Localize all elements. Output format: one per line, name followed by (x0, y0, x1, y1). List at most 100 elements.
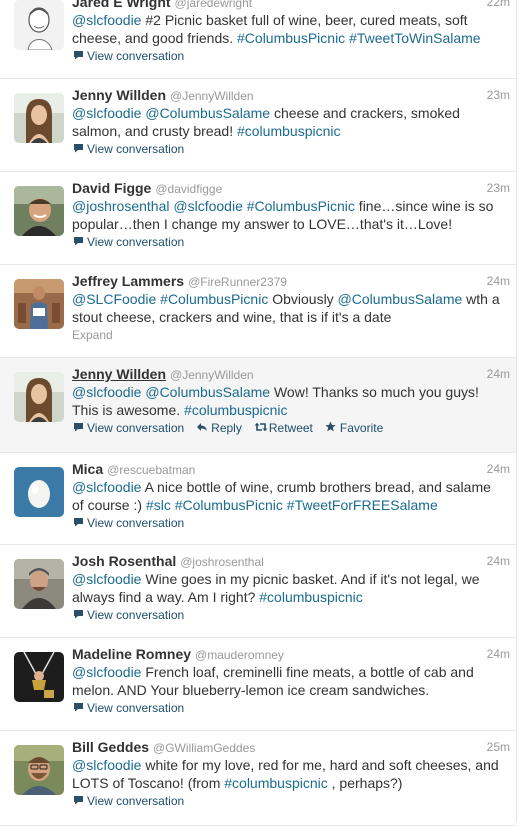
view-conversation-label: View conversation (87, 516, 185, 530)
hashtag-link[interactable]: #ColumbusPicnic (237, 30, 345, 46)
scrollbar[interactable] (517, 0, 524, 822)
view-conversation-link[interactable]: View conversation (72, 699, 184, 717)
speech-bubble-icon (72, 606, 84, 624)
tweet-text: @slcfoodie French loaf, creminelli fine … (72, 663, 516, 699)
author-name[interactable]: David Figge (72, 180, 151, 196)
hashtag-link[interactable]: #columbuspicnic (259, 589, 363, 605)
speech-bubble-icon (72, 140, 84, 158)
timestamp[interactable]: 24m (487, 272, 510, 290)
mention-link[interactable]: @ColumbusSalame (145, 105, 270, 121)
author-name[interactable]: Jeffrey Lammers (72, 273, 184, 289)
author-handle[interactable]: @JennyWillden (170, 89, 254, 103)
hashtag-link[interactable]: #ColumbusPicnic (175, 497, 283, 513)
author-name[interactable]: Jared E Wright (72, 0, 171, 10)
tweet-item[interactable]: Jenny Willden @JennyWillden 23m @slcfoodie … (0, 79, 516, 172)
hashtag-link[interactable]: #TweetForFREESalame (287, 497, 438, 513)
hashtag-link[interactable]: #ColumbusPicnic (247, 198, 355, 214)
author-name[interactable]: Josh Rosenthal (72, 553, 176, 569)
author-handle[interactable]: @jaredewright (175, 0, 253, 10)
view-conversation-link[interactable]: View conversation (72, 792, 184, 810)
tweet-actions: View conversation (72, 140, 516, 158)
favorite-link[interactable]: Favorite (325, 419, 383, 437)
avatar[interactable] (14, 0, 64, 50)
mention-link[interactable]: @slcfoodie (173, 198, 242, 214)
mention-link[interactable]: @joshrosenthal (72, 198, 170, 214)
timestamp[interactable]: 24m (487, 552, 510, 570)
retweet-icon (254, 419, 268, 437)
view-conversation-link[interactable]: View conversation (72, 419, 184, 437)
mention-link[interactable]: @ColumbusSalame (338, 291, 463, 307)
author-handle[interactable]: @joshrosenthal (180, 555, 264, 569)
avatar[interactable] (14, 93, 64, 143)
avatar[interactable] (14, 279, 64, 329)
avatar[interactable] (14, 652, 64, 702)
author-handle[interactable]: @GWilliamGeddes (153, 741, 255, 755)
avatar[interactable] (14, 559, 64, 609)
timestamp[interactable]: 23m (487, 179, 510, 197)
reply-label: Reply (211, 421, 242, 435)
tweet-item[interactable]: Josh Rosenthal @joshrosenthal 24m @slcfoodi… (0, 545, 516, 638)
tweet-header: Jenny Willden @JennyWillden 23m (72, 86, 516, 104)
author-name[interactable]: Bill Geddes (72, 739, 149, 755)
hashtag-link[interactable]: #columbuspicnic (224, 775, 328, 791)
hashtag-link[interactable]: #TweetToWinSalame (349, 30, 481, 46)
tweet-text: @slcfoodie @ColumbusSalame Wow! Thanks s… (72, 383, 516, 419)
tweet-header: Madeline Romney @mauderomney 24m (72, 645, 516, 663)
view-conversation-label: View conversation (87, 235, 185, 249)
author-name[interactable]: Madeline Romney (72, 646, 191, 662)
author-name[interactable]: Jenny Willden (72, 366, 166, 382)
mention-link[interactable]: @slcfoodie (72, 105, 141, 121)
author-handle[interactable]: @mauderomney (195, 648, 284, 662)
tweet-item[interactable]: Jeffrey Lammers @FireRunner2379 24m @SLCFoo… (0, 265, 516, 358)
author-handle[interactable]: @davidfigge (155, 182, 222, 196)
author-handle[interactable]: @rescuebatman (107, 463, 195, 477)
hashtag-link[interactable]: #columbuspicnic (184, 402, 288, 418)
view-conversation-link[interactable]: View conversation (72, 606, 184, 624)
timestamp[interactable]: 23m (487, 86, 510, 104)
mention-link[interactable]: @slcfoodie (72, 571, 141, 587)
mention-link[interactable]: @slcfoodie (72, 384, 141, 400)
tweet-item[interactable]: Jared E Wright @jaredewright 22m @slcfoodie… (0, 0, 516, 79)
author-name[interactable]: Mica (72, 461, 103, 477)
author-handle[interactable]: @FireRunner2379 (188, 275, 287, 289)
mention-link[interactable]: @slcfoodie (72, 479, 141, 495)
timestamp[interactable]: 22m (487, 0, 510, 11)
timestamp[interactable]: 25m (487, 738, 510, 756)
tweet-text: @slcfoodie @ColumbusSalame cheese and cr… (72, 104, 516, 140)
tweet-item[interactable]: Madeline Romney @mauderomney 24m @slcfoodie… (0, 638, 516, 731)
author-name[interactable]: Jenny Willden (72, 87, 166, 103)
avatar[interactable] (14, 372, 64, 422)
hashtag-link[interactable]: #ColumbusPicnic (160, 291, 268, 307)
tweet-item[interactable]: Bill Geddes @GWilliamGeddes 25m @slcfoodie … (0, 731, 516, 826)
tweet-item[interactable]: David Figge @davidfigge 23m @joshrosenthal … (0, 172, 516, 265)
mention-link[interactable]: @slcfoodie (72, 757, 141, 773)
view-conversation-link[interactable]: View conversation (72, 233, 184, 251)
tweet-header: David Figge @davidfigge 23m (72, 179, 516, 197)
mention-link[interactable]: @slcfoodie (72, 664, 141, 680)
hashtag-link[interactable]: #columbuspicnic (237, 123, 341, 139)
expand-link[interactable]: Expand (72, 328, 113, 342)
avatar[interactable] (14, 186, 64, 236)
tweet-item[interactable]: Mica @rescuebatman 24m @slcfoodie A nice bo… (0, 453, 516, 545)
view-conversation-link[interactable]: View conversation (72, 140, 184, 158)
timestamp[interactable]: 24m (487, 645, 510, 663)
view-conversation-link[interactable]: View conversation (72, 47, 184, 65)
hashtag-link[interactable]: #slc (146, 497, 171, 513)
tweet-header: Josh Rosenthal @joshrosenthal 24m (72, 552, 516, 570)
timestamp[interactable]: 24m (487, 460, 510, 478)
mention-link[interactable]: @SLCFoodie (72, 291, 156, 307)
mention-link[interactable]: @ColumbusSalame (145, 384, 270, 400)
tweet-item[interactable]: Jenny Willden @JennyWillden 24m @slcfoodie … (0, 358, 516, 453)
mention-link[interactable]: @slcfoodie (72, 12, 141, 28)
view-conversation-label: View conversation (87, 49, 185, 63)
retweet-link[interactable]: Retweet (254, 419, 313, 437)
timestamp[interactable]: 24m (487, 365, 510, 383)
view-conversation-link[interactable]: View conversation (72, 514, 184, 532)
tweet-text-segment: , perhaps?) (327, 775, 403, 791)
author-handle[interactable]: @JennyWillden (170, 368, 254, 382)
avatar[interactable] (14, 467, 64, 517)
avatar[interactable] (14, 745, 64, 795)
tweet-text: @joshrosenthal @slcfoodie #ColumbusPicni… (72, 197, 516, 233)
tweet-header: Mica @rescuebatman 24m (72, 460, 516, 478)
reply-link[interactable]: Reply (196, 419, 242, 437)
